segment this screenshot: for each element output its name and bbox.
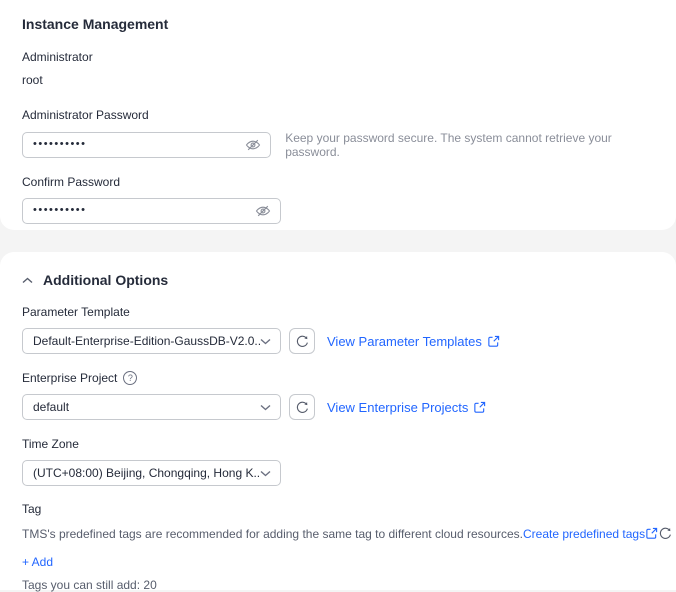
- chevron-down-icon: [260, 338, 271, 345]
- additional-options-card: Additional Options Parameter Template De…: [0, 252, 676, 590]
- add-tag-button[interactable]: + Add: [22, 555, 53, 569]
- parameter-template-label: Parameter Template: [22, 305, 654, 319]
- refresh-tags-icon[interactable]: [658, 526, 673, 541]
- enterprise-project-select[interactable]: default: [22, 394, 281, 420]
- refresh-icon: [295, 334, 310, 349]
- time-zone-select[interactable]: (UTC+08:00) Beijing, Chongqing, Hong K..…: [22, 460, 281, 486]
- confirm-password-label: Confirm Password: [22, 175, 654, 189]
- chevron-down-icon: [260, 470, 271, 477]
- additional-options-title: Additional Options: [43, 272, 168, 288]
- view-parameter-templates-link[interactable]: View Parameter Templates: [327, 334, 500, 349]
- admin-password-masked-value: ••••••••••: [33, 138, 245, 150]
- additional-options-toggle[interactable]: Additional Options: [22, 252, 654, 288]
- create-predefined-tags-link[interactable]: Create predefined tags: [523, 527, 645, 541]
- confirm-password-input[interactable]: ••••••••••: [22, 198, 281, 224]
- instance-management-card: Instance Management Administrator root A…: [0, 0, 676, 230]
- refresh-enterprise-projects-button[interactable]: [289, 394, 315, 420]
- confirm-password-masked-value: ••••••••••: [33, 204, 255, 216]
- enterprise-project-value: default: [33, 400, 260, 414]
- tag-label: Tag: [22, 502, 654, 516]
- parameter-template-value: Default-Enterprise-Edition-GaussDB-V2.0.…: [33, 334, 260, 348]
- tag-description: TMS's predefined tags are recommended fo…: [22, 527, 523, 541]
- refresh-parameter-templates-button[interactable]: [289, 328, 315, 354]
- eye-slash-icon[interactable]: [255, 203, 271, 219]
- chevron-down-icon: [260, 404, 271, 411]
- parameter-template-select[interactable]: Default-Enterprise-Edition-GaussDB-V2.0.…: [22, 328, 281, 354]
- admin-password-label: Administrator Password: [22, 108, 654, 122]
- admin-password-input[interactable]: ••••••••••: [22, 132, 271, 158]
- external-link-icon: [487, 335, 500, 348]
- administrator-value: root: [22, 73, 654, 87]
- eye-slash-icon[interactable]: [245, 137, 261, 153]
- password-hint: Keep your password secure. The system ca…: [285, 131, 654, 159]
- enterprise-project-label: Enterprise Project: [22, 371, 117, 385]
- external-link-icon[interactable]: [645, 527, 658, 540]
- view-enterprise-projects-link[interactable]: View Enterprise Projects: [327, 400, 486, 415]
- instance-management-title: Instance Management: [22, 0, 654, 32]
- external-link-icon: [473, 401, 486, 414]
- time-zone-label: Time Zone: [22, 437, 654, 451]
- view-parameter-templates-label: View Parameter Templates: [327, 334, 482, 349]
- time-zone-value: (UTC+08:00) Beijing, Chongqing, Hong K..…: [33, 466, 260, 480]
- administrator-label: Administrator: [22, 50, 654, 64]
- help-icon[interactable]: ?: [123, 371, 137, 385]
- chevron-up-icon: [22, 277, 33, 284]
- refresh-icon: [295, 400, 310, 415]
- view-enterprise-projects-label: View Enterprise Projects: [327, 400, 468, 415]
